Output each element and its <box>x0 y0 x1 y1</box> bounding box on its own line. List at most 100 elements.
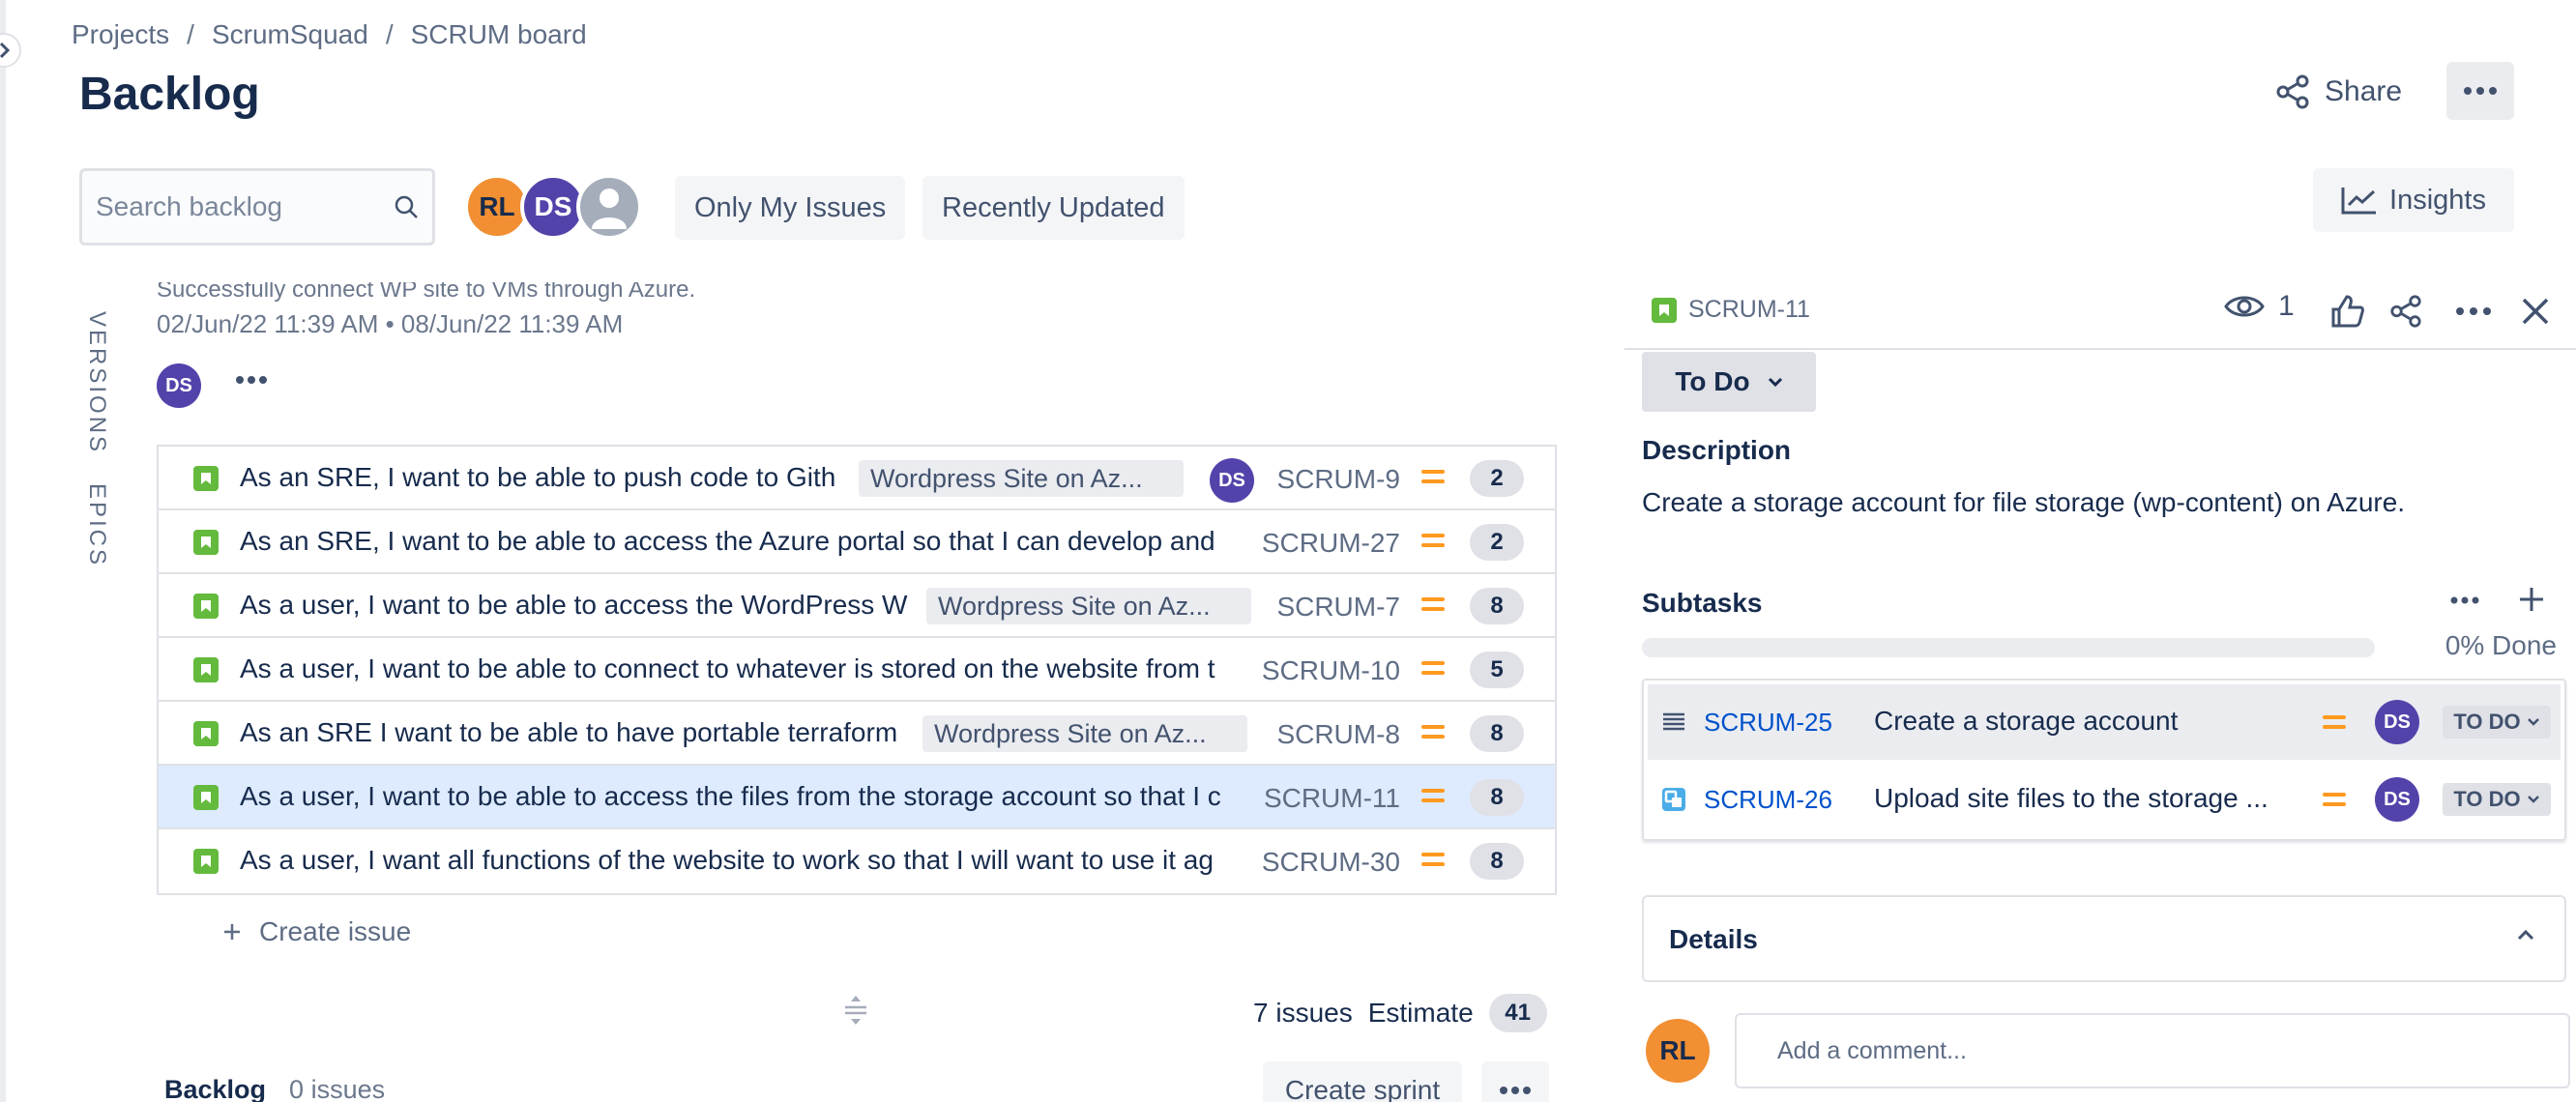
issue-key[interactable]: SCRUM-27 <box>1262 528 1400 559</box>
chevron-down-icon <box>1768 377 1782 387</box>
table-row[interactable]: As a user, I want to be able to access t… <box>159 574 1555 638</box>
details-section[interactable]: Details <box>1642 895 2566 982</box>
chevron-up-icon[interactable] <box>2516 928 2535 942</box>
more-actions-button[interactable] <box>2446 62 2514 120</box>
backlog-title: Backlog <box>164 1075 267 1102</box>
close-panel-button[interactable] <box>2514 290 2557 333</box>
chevron-down-icon <box>2527 796 2539 803</box>
table-row[interactable]: As an SRE, I want to be able to access t… <box>159 510 1555 574</box>
vote-button[interactable] <box>2327 290 2369 333</box>
subtasks-heading: Subtasks <box>1642 588 1763 618</box>
sprint-issue-list: As an SRE, I want to be able to push cod… <box>157 445 1557 895</box>
details-heading: Details <box>1669 924 1758 954</box>
epic-lozenge[interactable]: Wordpress Site on Az... <box>926 588 1251 624</box>
issue-key[interactable]: SCRUM-9 <box>1276 464 1400 495</box>
issue-key[interactable]: SCRUM-10 <box>1262 655 1400 686</box>
issue-key[interactable]: SCRUM-11 <box>1264 783 1400 814</box>
story-points[interactable]: 8 <box>1470 843 1524 880</box>
breadcrumb-separator: / <box>385 19 394 49</box>
story-points[interactable]: 2 <box>1470 460 1524 497</box>
avatar[interactable]: DS <box>2375 777 2419 822</box>
issue-key[interactable]: SCRUM-30 <box>1262 847 1400 878</box>
story-points[interactable]: 8 <box>1470 588 1524 624</box>
avatar: RL <box>1646 1019 1710 1083</box>
subtask-status-dropdown[interactable]: TO DO <box>2443 706 2551 739</box>
breadcrumb-project[interactable]: ScrumSquad <box>212 19 368 50</box>
epic-lozenge[interactable]: Wordpress Site on Az... <box>859 460 1184 497</box>
story-icon <box>1652 297 1677 323</box>
subtask-row[interactable]: SCRUM-25 Create a storage account DS TO … <box>1648 684 2561 760</box>
share-button[interactable]: Share <box>2274 70 2402 114</box>
subtask-status-dropdown[interactable]: TO DO <box>2443 783 2551 816</box>
backlog-header[interactable]: Backlog 0 issues <box>164 1075 385 1102</box>
insights-button[interactable]: Insights <box>2313 168 2514 232</box>
plus-icon <box>2520 588 2543 611</box>
status-dropdown[interactable]: To Do <box>1642 352 1816 412</box>
story-icon <box>193 657 219 682</box>
only-my-issues-filter[interactable]: Only My Issues <box>675 176 906 240</box>
comment-input[interactable]: Add a comment... <box>1735 1013 2570 1088</box>
subtask-status-label: TO DO <box>2453 787 2521 811</box>
table-row-selected[interactable]: As a user, I want to be able to access t… <box>159 766 1555 829</box>
subtask-key[interactable]: SCRUM-25 <box>1704 708 1832 738</box>
issue-key[interactable]: SCRUM-7 <box>1276 592 1400 623</box>
issue-summary[interactable]: As a user, I want to be able to access t… <box>240 590 917 621</box>
subtasks-more-button[interactable] <box>2450 592 2479 609</box>
more-icon <box>1500 1087 1531 1094</box>
breadcrumb: Projects / ScrumSquad / SCRUM board <box>72 19 587 50</box>
table-row[interactable]: As a user, I want to be able to connect … <box>159 638 1555 702</box>
add-subtask-button[interactable] <box>2518 586 2545 618</box>
description-text[interactable]: Create a storage account for file storag… <box>1642 487 2405 518</box>
story-points[interactable]: 5 <box>1470 652 1524 688</box>
sprint-dates: 02/Jun/22 11:39 AM • 08/Jun/22 11:39 AM <box>157 309 624 338</box>
sprint-more-button[interactable] <box>236 371 267 389</box>
table-row[interactable]: As a user, I want all functions of the w… <box>159 829 1555 893</box>
issue-summary[interactable]: As a user, I want to be able to connect … <box>240 653 1257 684</box>
issue-summary[interactable]: As a user, I want all functions of the w… <box>240 845 1242 876</box>
issue-more-button[interactable] <box>2452 290 2495 333</box>
unassigned-avatar[interactable] <box>576 174 642 240</box>
resize-handle-icon[interactable] <box>839 994 872 1031</box>
priority-medium-icon <box>1421 723 1445 740</box>
story-points[interactable]: 8 <box>1470 715 1524 752</box>
breadcrumb-board[interactable]: SCRUM board <box>411 19 587 50</box>
drag-lines-icon[interactable] <box>1661 710 1686 735</box>
subtask-row[interactable]: SCRUM-26 Upload site files to the storag… <box>1648 762 2561 837</box>
assignee-filter: RL DS <box>464 174 642 240</box>
expand-sidebar-button[interactable] <box>0 33 21 68</box>
story-points[interactable]: 8 <box>1470 779 1524 816</box>
recently-updated-filter[interactable]: Recently Updated <box>922 176 1185 240</box>
search-box[interactable] <box>79 168 435 246</box>
detail-issue-key[interactable]: SCRUM-11 <box>1652 296 1810 324</box>
watch-button[interactable]: 1 <box>2224 290 2295 323</box>
breadcrumb-projects[interactable]: Projects <box>72 19 169 50</box>
issue-summary[interactable]: As an SRE I want to be able to have port… <box>240 717 913 748</box>
issue-summary[interactable]: As a user, I want to be able to access t… <box>240 781 1245 812</box>
issue-detail-panel: SCRUM-11 1 To Do Description Create a st… <box>1625 280 2576 1102</box>
tab-epics[interactable]: EPICS <box>83 483 110 567</box>
issue-summary[interactable]: As an SRE, I want to be able to access t… <box>240 526 1245 557</box>
tab-versions[interactable]: VERSIONS <box>83 311 110 454</box>
avatar[interactable]: DS <box>1210 458 1254 503</box>
subtask-summary[interactable]: Create a storage account <box>1874 706 2178 737</box>
story-points[interactable]: 2 <box>1470 524 1524 561</box>
avatar[interactable]: DS <box>2375 700 2419 744</box>
story-icon <box>193 785 219 810</box>
create-issue-button[interactable]: Create issue <box>222 916 411 947</box>
avatar[interactable]: DS <box>157 363 201 408</box>
issue-key[interactable]: SCRUM-8 <box>1276 719 1400 750</box>
share-issue-button[interactable] <box>2385 290 2427 333</box>
backlog-more-button[interactable] <box>1481 1061 1549 1102</box>
subtask-summary[interactable]: Upload site files to the storage ... <box>1874 783 2269 814</box>
priority-medium-icon <box>1421 595 1445 613</box>
priority-medium-icon <box>2323 713 2346 731</box>
sprint-goal: Successfully connect WP site to VMs thro… <box>157 276 696 303</box>
table-row[interactable]: As an SRE I want to be able to have port… <box>159 702 1555 766</box>
epic-lozenge[interactable]: Wordpress Site on Az... <box>922 715 1247 752</box>
subtask-key[interactable]: SCRUM-26 <box>1704 785 1832 815</box>
breadcrumb-separator: / <box>187 19 194 49</box>
create-sprint-button[interactable]: Create sprint <box>1263 1061 1462 1102</box>
table-row[interactable]: As an SRE, I want to be able to push cod… <box>159 447 1555 510</box>
description-heading: Description <box>1642 435 1792 465</box>
search-input[interactable] <box>96 191 366 222</box>
